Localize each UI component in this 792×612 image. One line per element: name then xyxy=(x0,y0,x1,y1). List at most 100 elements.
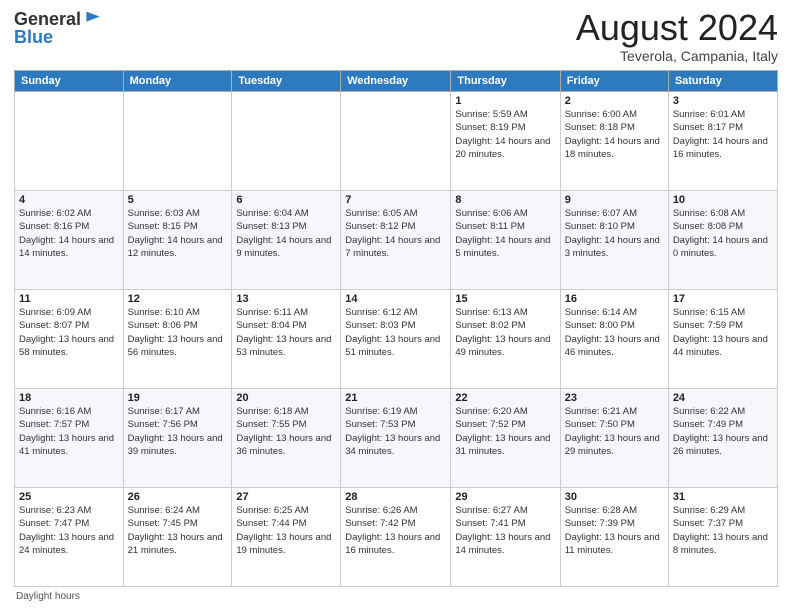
day-number: 24 xyxy=(673,392,773,404)
day-info: Sunrise: 6:08 AMSunset: 8:08 PMDaylight:… xyxy=(673,207,773,260)
month-year-title: August 2024 xyxy=(576,10,778,46)
calendar-cell xyxy=(123,92,232,191)
day-number: 16 xyxy=(565,293,664,305)
daylight-hours-label: Daylight hours xyxy=(16,591,80,602)
day-info: Sunrise: 6:03 AMSunset: 8:15 PMDaylight:… xyxy=(128,207,228,260)
day-info: Sunrise: 6:20 AMSunset: 7:52 PMDaylight:… xyxy=(455,405,555,458)
calendar-cell: 17Sunrise: 6:15 AMSunset: 7:59 PMDayligh… xyxy=(668,290,777,389)
day-info: Sunrise: 6:10 AMSunset: 8:06 PMDaylight:… xyxy=(128,306,228,359)
calendar-cell xyxy=(341,92,451,191)
day-number: 23 xyxy=(565,392,664,404)
title-block: August 2024 Teverola, Campania, Italy xyxy=(576,10,778,64)
day-number: 11 xyxy=(19,293,119,305)
calendar-cell: 5Sunrise: 6:03 AMSunset: 8:15 PMDaylight… xyxy=(123,191,232,290)
day-number: 6 xyxy=(236,194,336,206)
calendar-week-row: 18Sunrise: 6:16 AMSunset: 7:57 PMDayligh… xyxy=(15,389,778,488)
day-of-week-header: Friday xyxy=(560,71,668,92)
location-subtitle: Teverola, Campania, Italy xyxy=(576,48,778,64)
day-info: Sunrise: 6:19 AMSunset: 7:53 PMDaylight:… xyxy=(345,405,446,458)
day-info: Sunrise: 6:27 AMSunset: 7:41 PMDaylight:… xyxy=(455,504,555,557)
calendar-cell: 3Sunrise: 6:01 AMSunset: 8:17 PMDaylight… xyxy=(668,92,777,191)
calendar-cell: 9Sunrise: 6:07 AMSunset: 8:10 PMDaylight… xyxy=(560,191,668,290)
day-info: Sunrise: 6:28 AMSunset: 7:39 PMDaylight:… xyxy=(565,504,664,557)
calendar-cell: 19Sunrise: 6:17 AMSunset: 7:56 PMDayligh… xyxy=(123,389,232,488)
calendar-cell: 18Sunrise: 6:16 AMSunset: 7:57 PMDayligh… xyxy=(15,389,124,488)
day-info: Sunrise: 6:14 AMSunset: 8:00 PMDaylight:… xyxy=(565,306,664,359)
day-info: Sunrise: 6:26 AMSunset: 7:42 PMDaylight:… xyxy=(345,504,446,557)
calendar-cell: 26Sunrise: 6:24 AMSunset: 7:45 PMDayligh… xyxy=(123,488,232,587)
calendar-cell: 20Sunrise: 6:18 AMSunset: 7:55 PMDayligh… xyxy=(232,389,341,488)
day-number: 2 xyxy=(565,95,664,107)
day-number: 4 xyxy=(19,194,119,206)
day-info: Sunrise: 6:05 AMSunset: 8:12 PMDaylight:… xyxy=(345,207,446,260)
day-number: 15 xyxy=(455,293,555,305)
day-of-week-header: Saturday xyxy=(668,71,777,92)
calendar-week-row: 4Sunrise: 6:02 AMSunset: 8:16 PMDaylight… xyxy=(15,191,778,290)
calendar-cell: 23Sunrise: 6:21 AMSunset: 7:50 PMDayligh… xyxy=(560,389,668,488)
calendar-week-row: 11Sunrise: 6:09 AMSunset: 8:07 PMDayligh… xyxy=(15,290,778,389)
day-number: 3 xyxy=(673,95,773,107)
day-number: 25 xyxy=(19,491,119,503)
day-info: Sunrise: 6:17 AMSunset: 7:56 PMDaylight:… xyxy=(128,405,228,458)
calendar-header-row: SundayMondayTuesdayWednesdayThursdayFrid… xyxy=(15,71,778,92)
logo-flag-icon xyxy=(83,10,103,30)
header: General Blue August 2024 Teverola, Campa… xyxy=(14,10,778,64)
calendar-cell xyxy=(15,92,124,191)
calendar-cell: 8Sunrise: 6:06 AMSunset: 8:11 PMDaylight… xyxy=(451,191,560,290)
day-info: Sunrise: 6:04 AMSunset: 8:13 PMDaylight:… xyxy=(236,207,336,260)
calendar-week-row: 25Sunrise: 6:23 AMSunset: 7:47 PMDayligh… xyxy=(15,488,778,587)
day-of-week-header: Thursday xyxy=(451,71,560,92)
calendar-week-row: 1Sunrise: 5:59 AMSunset: 8:19 PMDaylight… xyxy=(15,92,778,191)
calendar-cell: 16Sunrise: 6:14 AMSunset: 8:00 PMDayligh… xyxy=(560,290,668,389)
day-info: Sunrise: 6:16 AMSunset: 7:57 PMDaylight:… xyxy=(19,405,119,458)
calendar-cell: 7Sunrise: 6:05 AMSunset: 8:12 PMDaylight… xyxy=(341,191,451,290)
day-number: 9 xyxy=(565,194,664,206)
calendar-table: SundayMondayTuesdayWednesdayThursdayFrid… xyxy=(14,70,778,587)
day-number: 22 xyxy=(455,392,555,404)
calendar-cell: 13Sunrise: 6:11 AMSunset: 8:04 PMDayligh… xyxy=(232,290,341,389)
calendar-cell: 30Sunrise: 6:28 AMSunset: 7:39 PMDayligh… xyxy=(560,488,668,587)
day-info: Sunrise: 6:22 AMSunset: 7:49 PMDaylight:… xyxy=(673,405,773,458)
day-number: 31 xyxy=(673,491,773,503)
day-number: 30 xyxy=(565,491,664,503)
day-info: Sunrise: 6:06 AMSunset: 8:11 PMDaylight:… xyxy=(455,207,555,260)
day-of-week-header: Tuesday xyxy=(232,71,341,92)
footer: Daylight hours xyxy=(14,591,778,602)
day-info: Sunrise: 6:25 AMSunset: 7:44 PMDaylight:… xyxy=(236,504,336,557)
calendar-cell: 14Sunrise: 6:12 AMSunset: 8:03 PMDayligh… xyxy=(341,290,451,389)
day-number: 29 xyxy=(455,491,555,503)
calendar-cell xyxy=(232,92,341,191)
day-info: Sunrise: 6:23 AMSunset: 7:47 PMDaylight:… xyxy=(19,504,119,557)
day-info: Sunrise: 6:13 AMSunset: 8:02 PMDaylight:… xyxy=(455,306,555,359)
day-number: 14 xyxy=(345,293,446,305)
day-of-week-header: Monday xyxy=(123,71,232,92)
calendar-cell: 22Sunrise: 6:20 AMSunset: 7:52 PMDayligh… xyxy=(451,389,560,488)
calendar-cell: 15Sunrise: 6:13 AMSunset: 8:02 PMDayligh… xyxy=(451,290,560,389)
day-number: 13 xyxy=(236,293,336,305)
logo-blue-text: Blue xyxy=(14,28,103,48)
day-of-week-header: Wednesday xyxy=(341,71,451,92)
day-number: 19 xyxy=(128,392,228,404)
calendar-cell: 31Sunrise: 6:29 AMSunset: 7:37 PMDayligh… xyxy=(668,488,777,587)
day-info: Sunrise: 6:24 AMSunset: 7:45 PMDaylight:… xyxy=(128,504,228,557)
day-info: Sunrise: 6:00 AMSunset: 8:18 PMDaylight:… xyxy=(565,108,664,161)
calendar-cell: 4Sunrise: 6:02 AMSunset: 8:16 PMDaylight… xyxy=(15,191,124,290)
calendar-cell: 10Sunrise: 6:08 AMSunset: 8:08 PMDayligh… xyxy=(668,191,777,290)
day-info: Sunrise: 6:09 AMSunset: 8:07 PMDaylight:… xyxy=(19,306,119,359)
day-number: 10 xyxy=(673,194,773,206)
day-info: Sunrise: 5:59 AMSunset: 8:19 PMDaylight:… xyxy=(455,108,555,161)
page: General Blue August 2024 Teverola, Campa… xyxy=(0,0,792,612)
day-info: Sunrise: 6:21 AMSunset: 7:50 PMDaylight:… xyxy=(565,405,664,458)
calendar-cell: 11Sunrise: 6:09 AMSunset: 8:07 PMDayligh… xyxy=(15,290,124,389)
day-number: 7 xyxy=(345,194,446,206)
logo: General Blue xyxy=(14,10,103,48)
calendar-cell: 12Sunrise: 6:10 AMSunset: 8:06 PMDayligh… xyxy=(123,290,232,389)
calendar-cell: 27Sunrise: 6:25 AMSunset: 7:44 PMDayligh… xyxy=(232,488,341,587)
calendar-cell: 1Sunrise: 5:59 AMSunset: 8:19 PMDaylight… xyxy=(451,92,560,191)
calendar-cell: 2Sunrise: 6:00 AMSunset: 8:18 PMDaylight… xyxy=(560,92,668,191)
day-number: 20 xyxy=(236,392,336,404)
calendar-cell: 25Sunrise: 6:23 AMSunset: 7:47 PMDayligh… xyxy=(15,488,124,587)
day-number: 18 xyxy=(19,392,119,404)
day-info: Sunrise: 6:29 AMSunset: 7:37 PMDaylight:… xyxy=(673,504,773,557)
calendar-cell: 29Sunrise: 6:27 AMSunset: 7:41 PMDayligh… xyxy=(451,488,560,587)
